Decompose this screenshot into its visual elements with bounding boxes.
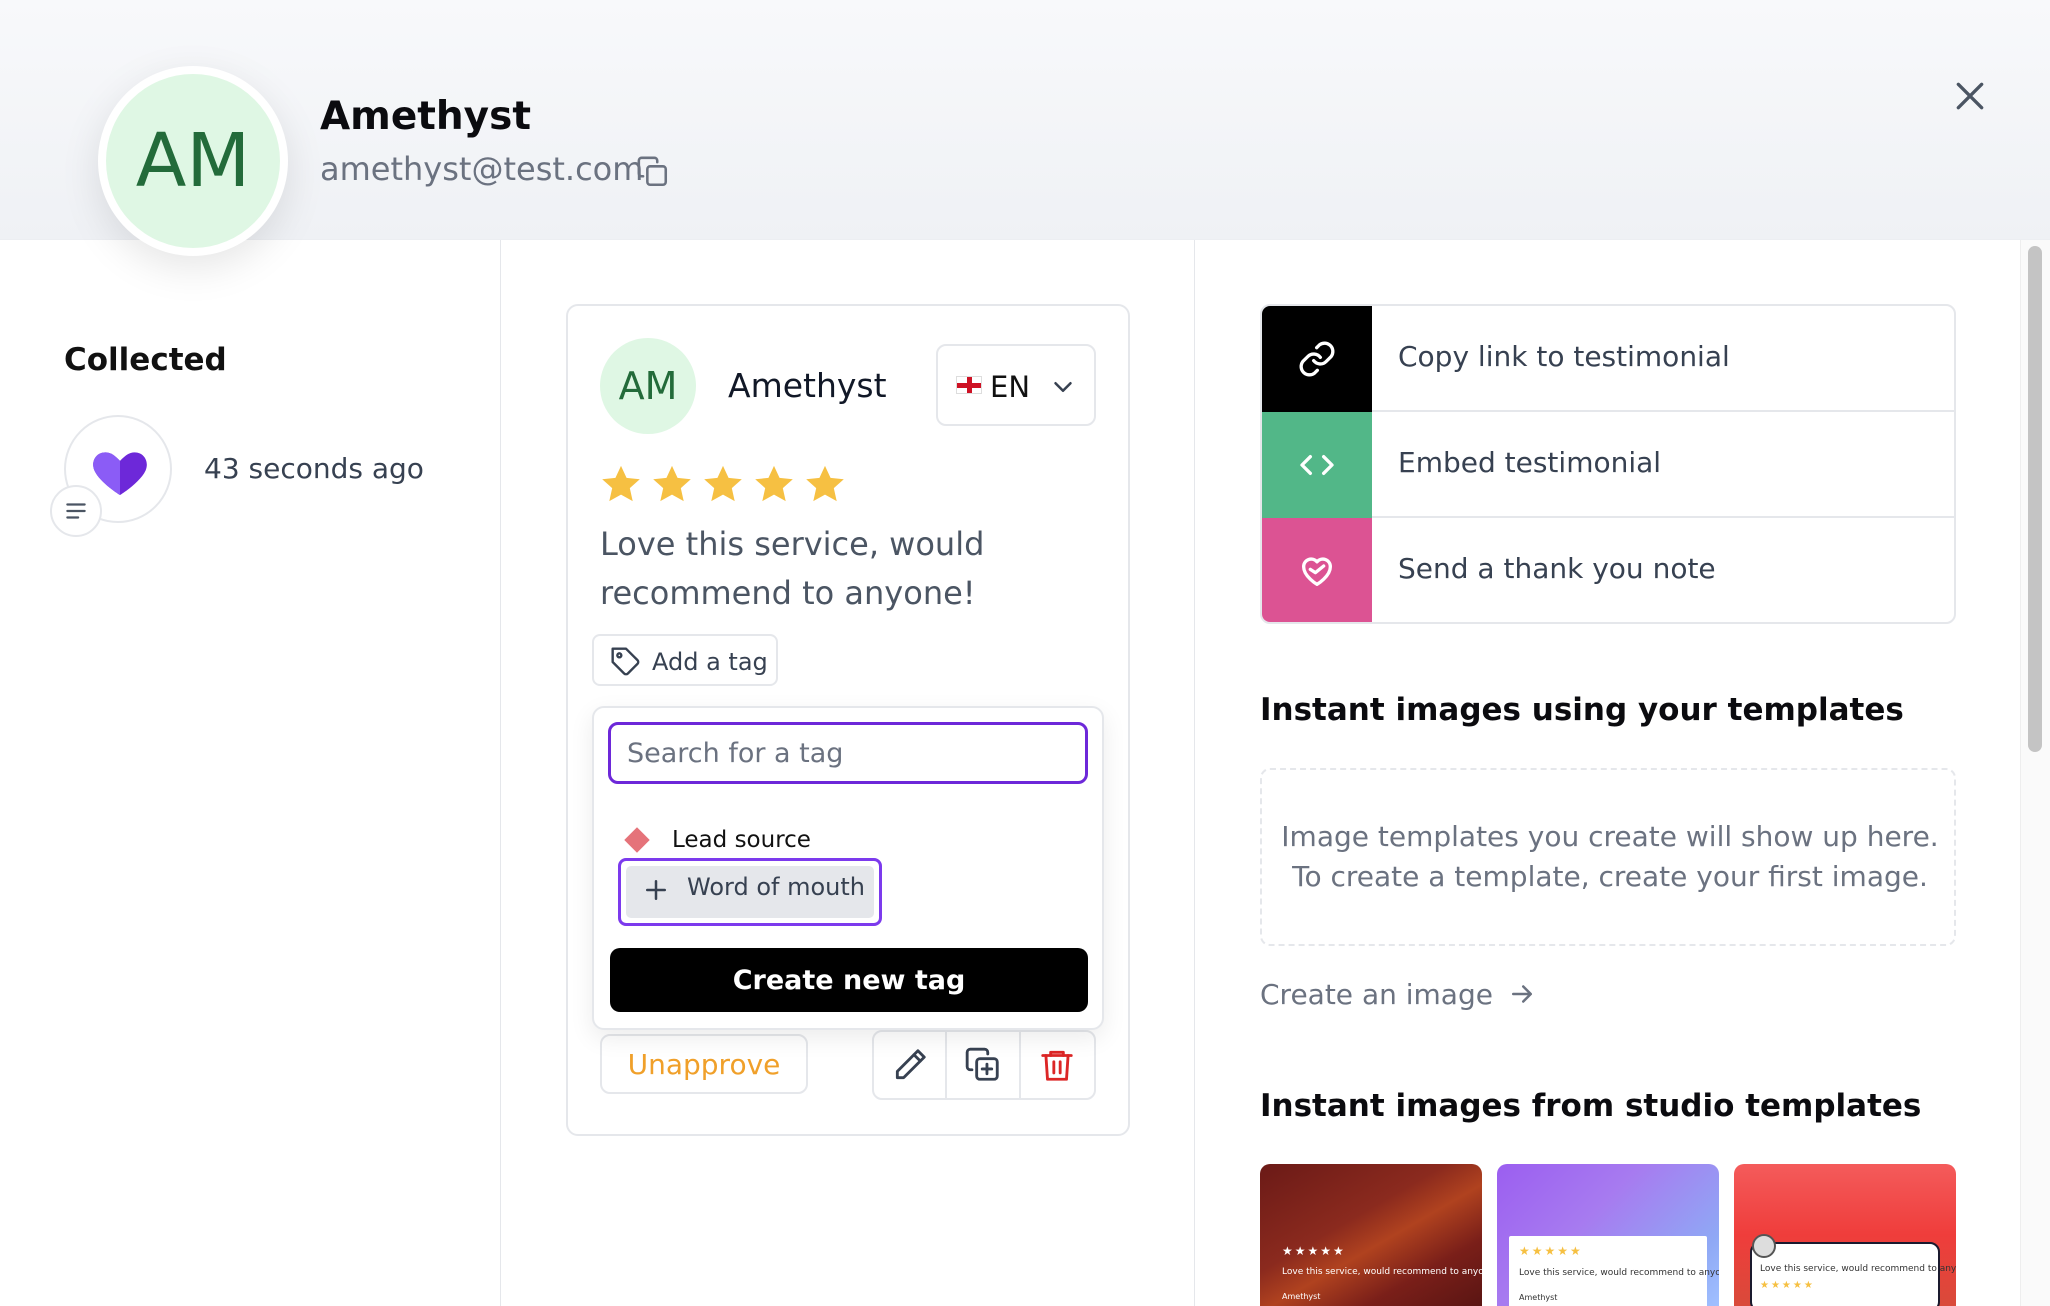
close-icon[interactable] <box>1950 76 1990 116</box>
create-new-tag-button[interactable]: Create new tag <box>610 948 1088 1012</box>
thumb-text: Love this service, would recommend to an… <box>1519 1268 1719 1278</box>
duplicate-button[interactable] <box>947 1032 1021 1098</box>
chevron-down-icon <box>1048 372 1078 406</box>
duplicate-icon <box>965 1047 999 1081</box>
studio-template-thumb[interactable]: ★★★★★ Love this service, would recommend… <box>1260 1164 1482 1306</box>
embed-action[interactable]: Embed testimonial <box>1262 412 1954 518</box>
flag-icon <box>956 376 982 394</box>
note-icon[interactable] <box>50 485 102 537</box>
profile-header <box>0 0 2050 240</box>
delete-button[interactable] <box>1021 1032 1094 1098</box>
create-tag-option-label: Word of mouth <box>687 873 865 901</box>
contact-email: amethyst@test.com <box>320 150 644 188</box>
copy-icon[interactable] <box>636 155 670 189</box>
tag-icon <box>611 647 640 676</box>
column-divider <box>500 240 501 1306</box>
create-tag-option[interactable]: Word of mouth <box>618 858 882 926</box>
star-icon <box>653 465 691 502</box>
review-text: Love this service, would recommend to an… <box>600 525 985 612</box>
card-avatar: AM <box>600 338 696 434</box>
thank-you-label: Send a thank you note <box>1398 552 1716 585</box>
copy-link-action[interactable]: Copy link to testimonial <box>1262 306 1954 412</box>
thumb-stars: ★★★★★ <box>1760 1280 1815 1291</box>
tag-color-diamond <box>624 827 650 853</box>
plus-icon <box>646 880 666 900</box>
avatar: AM <box>98 66 288 256</box>
empty-line-2: To create a template, create your first … <box>1292 860 1928 893</box>
language-select[interactable]: EN <box>936 344 1096 426</box>
arrow-right-icon <box>1511 985 1532 1003</box>
contact-name: Amethyst <box>320 94 531 139</box>
thumb-avatar <box>1752 1234 1776 1258</box>
templates-heading: Instant images using your templates <box>1260 692 1904 728</box>
studio-template-thumb[interactable]: Love this service, would recommend to an… <box>1734 1164 1956 1306</box>
edit-button[interactable] <box>874 1032 948 1098</box>
copy-link-label: Copy link to testimonial <box>1398 340 1730 373</box>
link-icon <box>1262 306 1372 412</box>
card-author-name: Amethyst <box>728 366 887 405</box>
tag-search-input[interactable] <box>608 722 1088 784</box>
thumb-stars: ★★★★★ <box>1282 1244 1346 1258</box>
unapprove-button[interactable]: Unapprove <box>600 1034 808 1094</box>
collected-time: 43 seconds ago <box>204 452 424 485</box>
language-value: EN <box>990 370 1031 404</box>
heart-handshake-icon <box>1262 518 1372 622</box>
star-icon <box>755 465 793 502</box>
studio-template-thumb[interactable]: ★★★★★ Love this service, would recommend… <box>1497 1164 1719 1306</box>
scrollbar[interactable] <box>2020 240 2050 1306</box>
pencil-icon <box>895 1049 926 1080</box>
add-tag-button[interactable]: Add a tag <box>592 634 778 686</box>
star-rating <box>598 462 848 510</box>
star-icon <box>806 465 844 502</box>
thumb-name: Amethyst <box>1282 1292 1321 1301</box>
tag-dropdown: Lead source Word of mouth Create new tag <box>592 706 1104 1030</box>
embed-label: Embed testimonial <box>1398 446 1662 479</box>
thumb-text: Love this service, would recommend to an… <box>1760 1264 1956 1274</box>
create-image-label: Create an image <box>1260 977 1493 1011</box>
thumb-text: Love this service, would recommend to an… <box>1282 1267 1482 1277</box>
empty-line-1: Image templates you create will show up … <box>1281 820 1939 853</box>
add-tag-label: Add a tag <box>652 648 768 676</box>
avatar-initials: AM <box>106 74 280 248</box>
tag-option-label: Lead source <box>672 827 811 853</box>
thumb-card <box>1750 1242 1940 1306</box>
thumb-name: Amethyst <box>1519 1293 1558 1302</box>
create-image-link[interactable]: Create an image <box>1260 974 1537 1014</box>
thank-you-action[interactable]: Send a thank you note <box>1262 518 1954 622</box>
collected-heading: Collected <box>64 342 227 378</box>
tag-option-lead-source[interactable]: Lead source <box>624 820 811 860</box>
thumb-stars: ★★★★★ <box>1519 1244 1583 1258</box>
trash-icon <box>1041 1050 1074 1081</box>
templates-empty-state: Image templates you create will show up … <box>1260 768 1956 946</box>
scrollbar-thumb[interactable] <box>2028 246 2042 752</box>
column-divider <box>1194 240 1195 1306</box>
star-icon <box>602 465 640 502</box>
share-actions: Copy link to testimonial Embed testimoni… <box>1260 304 1956 624</box>
studio-heading: Instant images from studio templates <box>1260 1088 1922 1124</box>
card-actions <box>872 1030 1096 1100</box>
star-icon <box>704 465 742 502</box>
code-icon <box>1262 412 1372 518</box>
